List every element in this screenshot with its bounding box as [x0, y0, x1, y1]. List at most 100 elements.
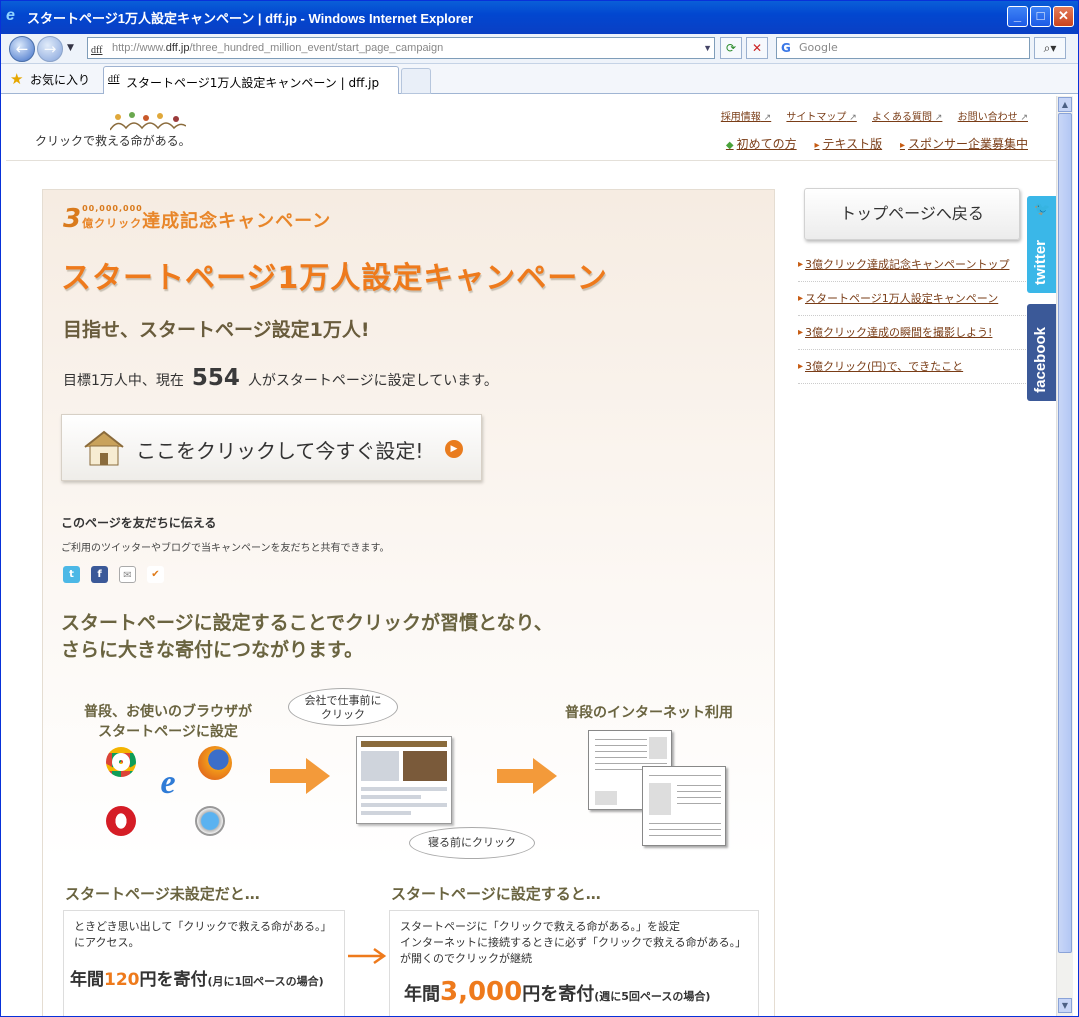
- facebook-share-icon[interactable]: f: [91, 566, 108, 583]
- browser-window: e スタートページ1万人設定キャンペーン | dff.jp - Windows …: [0, 0, 1079, 1017]
- top-links: 採用情報 サイトマップ よくある質問 お問い合わせ: [709, 108, 1028, 123]
- logo-mark: [110, 112, 186, 131]
- startpage-screenshot: [356, 736, 452, 824]
- tab-active[interactable]: dff スタートページ1万人設定キャンペーン | dff.jp: [103, 66, 399, 94]
- url-prefix: http://www.: [112, 42, 166, 54]
- sidebar-item-campaign-top[interactable]: 3億クリック達成記念キャンペーントップ: [798, 248, 1028, 282]
- sub-links: 初めての方 テキスト版 スポンサー企業募集中: [712, 135, 1028, 152]
- campaign-badge: 3 00,000,000 億クリック 達成記念キャンペーン: [63, 204, 331, 234]
- after-amount: 年間3,000円を寄付(週に5回ペースの場合): [404, 977, 710, 1007]
- minimize-button[interactable]: _: [1007, 6, 1028, 27]
- url-path: /three_hundred_million_event/start_page_…: [189, 42, 444, 54]
- maximize-button[interactable]: □: [1030, 6, 1051, 27]
- share-icons: t f ✉ ✔: [63, 566, 164, 583]
- lead-line-2: さらに大きな寄付につながります。: [61, 639, 364, 661]
- logo-text[interactable]: クリックで救える命がある。: [35, 132, 191, 149]
- after-amount-suffix: 円を寄付: [522, 984, 595, 1005]
- diagram-label-browser: 普段、お使いのブラウザが スタートページに設定: [83, 702, 253, 742]
- close-button[interactable]: ✕: [1053, 6, 1074, 27]
- arrow-right-icon: [270, 758, 330, 794]
- vertical-scrollbar[interactable]: ▲ ▼: [1056, 96, 1073, 1016]
- favorites-bar: ★ お気に入り dff スタートページ1万人設定キャンペーン | dff.jp: [1, 64, 1078, 94]
- lead-line-1: スタートページに設定することでクリックが習慣となり、: [61, 612, 553, 634]
- twitter-tab[interactable]: 🐦 twitter: [1027, 196, 1056, 293]
- after-heading: スタートページに設定すると…: [391, 885, 601, 903]
- address-dropdown-icon[interactable]: ▼: [703, 38, 712, 58]
- after-box: スタートページに「クリックで救える命がある。」を設定 インターネットに接続すると…: [389, 910, 759, 1016]
- back-button[interactable]: ←: [9, 36, 35, 62]
- set-startpage-button[interactable]: ここをクリックして今すぐ設定! ▶: [61, 414, 482, 481]
- link-sitemap[interactable]: サイトマップ: [786, 112, 856, 123]
- before-box: ときどき思い出して「クリックで救える命がある。」 にアクセス。 年間120円を寄…: [63, 910, 345, 1016]
- before-amount: 年間120円を寄付(月に1回ペースの場合): [70, 965, 324, 990]
- after-text: スタートページに「クリックで救える命がある。」を設定 インターネットに接続すると…: [400, 919, 746, 967]
- site-favicon: dff: [91, 45, 103, 56]
- mail-share-icon[interactable]: ✉: [119, 566, 136, 583]
- address-bar[interactable]: dff http://www.dff.jp/three_hundred_mill…: [87, 37, 715, 59]
- before-text-2: にアクセス。: [74, 936, 140, 949]
- share-text: ご利用のツイッターやブログで当キャンペーンを友だちと共有できます。: [61, 543, 390, 554]
- after-text-3: が開くのでクリックが継続: [400, 952, 532, 965]
- link-first-time[interactable]: 初めての方: [726, 137, 797, 151]
- bubble-work-line-1: 会社で仕事前に: [304, 694, 382, 707]
- link-contact[interactable]: お問い合わせ: [958, 112, 1028, 123]
- scroll-down-icon[interactable]: ▼: [1058, 998, 1072, 1013]
- history-dropdown-icon[interactable]: ▼: [67, 43, 74, 53]
- page-title: スタートページ1万人設定キャンペーン: [61, 261, 608, 296]
- link-faq[interactable]: よくある質問: [872, 112, 942, 123]
- before-amount-note: (月に1回ペースの場合): [207, 975, 324, 988]
- before-amount-suffix: 円を寄付: [139, 970, 208, 990]
- badge-text: 達成記念キャンペーン: [142, 211, 332, 232]
- link-text-version[interactable]: テキスト版: [814, 137, 882, 151]
- opera-icon: [106, 806, 136, 836]
- before-text: ときどき思い出して「クリックで救える命がある。」 にアクセス。: [74, 919, 332, 951]
- share-heading: このページを友だちに伝える: [61, 516, 217, 530]
- twitter-bird-icon: 🐦: [1034, 202, 1051, 217]
- count-prefix: 目標1万人中、現在: [63, 373, 184, 389]
- diagram-label-internet: 普段のインターネット利用: [565, 705, 733, 721]
- favorites-star-icon[interactable]: ★: [10, 70, 23, 88]
- page-subtitle: 目指せ、スタートページ設定1万人!: [63, 319, 370, 341]
- search-placeholder: Google: [799, 41, 838, 54]
- firefox-icon: [198, 746, 232, 780]
- cta-label: ここをクリックして今すぐ設定!: [136, 439, 424, 463]
- badge-zeros: 00,000,000: [82, 204, 143, 213]
- tab-favicon: dff: [108, 74, 120, 85]
- blog-share-icon[interactable]: ✔: [147, 566, 164, 583]
- scroll-up-icon[interactable]: ▲: [1058, 97, 1072, 112]
- title-bar: e スタートページ1万人設定キャンペーン | dff.jp - Windows …: [1, 1, 1078, 34]
- safari-icon: [195, 806, 225, 836]
- search-button[interactable]: ⌕▾: [1034, 37, 1066, 59]
- sidebar-item-photo[interactable]: 3億クリック達成の瞬間を撮影しよう!: [798, 316, 1028, 350]
- page-viewport: クリックで救える命がある。 採用情報 サイトマップ よくある質問 お問い合わせ …: [6, 96, 1056, 1016]
- after-text-2: インターネットに接続するときに必ず「クリックで救える命がある。」: [400, 936, 747, 949]
- forward-button[interactable]: →: [37, 36, 63, 62]
- link-recruit[interactable]: 採用情報: [721, 112, 771, 123]
- back-to-top-button[interactable]: トップページへ戻る: [804, 188, 1020, 240]
- scroll-thumb[interactable]: [1058, 113, 1072, 953]
- new-tab-button[interactable]: [401, 68, 431, 94]
- ie-logo-icon: e: [6, 7, 15, 24]
- bubble-work-line-2: クリック: [321, 708, 365, 721]
- diagram-label-browser-2: スタートページに設定: [98, 724, 238, 740]
- twitter-share-icon[interactable]: t: [63, 566, 80, 583]
- sidebar-item-achievements[interactable]: 3億クリック(円)で、できたこと: [798, 350, 1028, 384]
- sidebar-links: 3億クリック達成記念キャンペーントップ スタートページ1万人設定キャンペーン 3…: [798, 248, 1028, 384]
- sidebar-item-startpage[interactable]: スタートページ1万人設定キャンペーン: [798, 282, 1028, 316]
- favorites-button[interactable]: お気に入り: [30, 71, 90, 88]
- search-input[interactable]: G Google: [776, 37, 1030, 59]
- count-number: 554: [191, 365, 240, 391]
- before-amount-prefix: 年間: [70, 970, 104, 990]
- before-amount-number: 120: [104, 970, 140, 990]
- facebook-tab[interactable]: facebook: [1027, 304, 1056, 401]
- refresh-icon[interactable]: ⟳: [720, 37, 742, 59]
- arrow-right-icon: [497, 758, 557, 794]
- internet-explorer-icon: e: [160, 764, 176, 801]
- play-arrow-icon: ▶: [445, 440, 463, 458]
- stop-icon[interactable]: ✕: [746, 37, 768, 59]
- link-sponsor[interactable]: スポンサー企業募集中: [900, 137, 1028, 151]
- window-title: スタートページ1万人設定キャンペーン | dff.jp - Windows In…: [27, 11, 474, 26]
- url-domain: dff.jp: [165, 42, 190, 54]
- tab-label: スタートページ1万人設定キャンペーン | dff.jp: [126, 76, 380, 90]
- header-divider: [6, 160, 1056, 161]
